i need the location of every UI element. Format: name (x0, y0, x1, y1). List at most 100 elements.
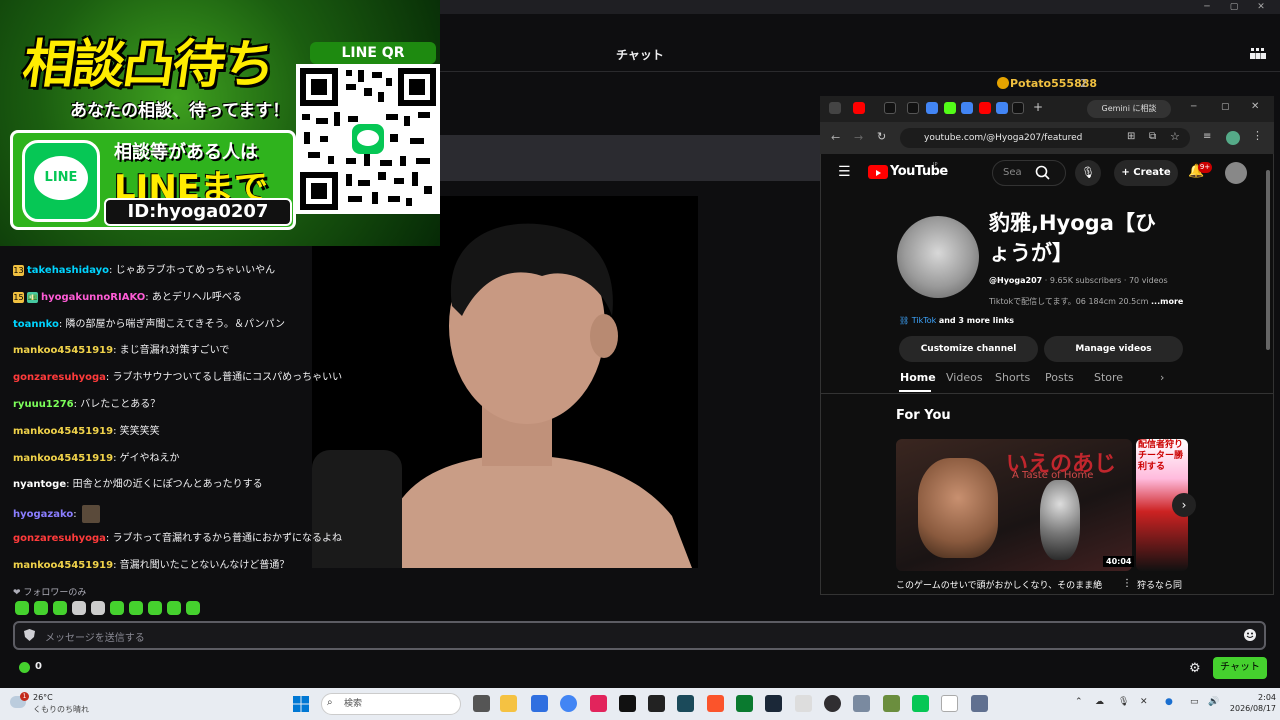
chat-username[interactable]: hyogakunnoRIAKO (41, 292, 145, 303)
description-more[interactable]: ...more (1151, 297, 1183, 306)
users-icon[interactable] (1250, 47, 1266, 61)
video-title[interactable]: このゲームのせいで頭がおかしくなり、そのまま絶 (896, 578, 1102, 591)
reload-icon[interactable]: ↻ (877, 130, 886, 143)
tray-volume-icon[interactable]: 🔊 (1208, 697, 1219, 707)
search-icon[interactable] (1030, 160, 1056, 186)
tab-google[interactable] (961, 102, 973, 114)
chrome-icon[interactable] (560, 695, 577, 712)
tray-app-icon[interactable]: ● (1165, 697, 1173, 707)
emote-icon[interactable] (186, 601, 200, 615)
tray-mic-icon[interactable]: 🎙 (1118, 697, 1129, 707)
tiktok-icon[interactable] (619, 695, 636, 712)
clock[interactable]: 2:04 2026/08/17 (1226, 692, 1276, 714)
hamburger-menu-icon[interactable]: ☰ (838, 164, 851, 180)
forward-icon[interactable]: → (854, 131, 863, 144)
tab-kick[interactable] (944, 102, 956, 114)
send-chat-button[interactable]: チャット (1213, 657, 1267, 679)
minimize-icon[interactable]: ─ (1195, 0, 1219, 14)
line-icon[interactable] (912, 695, 929, 712)
browser-minimize-icon[interactable]: ─ (1191, 102, 1196, 112)
tab-tiktok[interactable] (884, 102, 896, 114)
tray-display-icon[interactable]: ▭ (1190, 697, 1199, 707)
chat-username[interactable]: mankoo45451919 (13, 345, 113, 356)
channel-points-icon[interactable] (19, 662, 30, 673)
youtube-logo-icon[interactable] (868, 165, 888, 179)
tab-tiktok[interactable] (907, 102, 919, 114)
chat-username[interactable]: gonzaresuhyoga (13, 372, 106, 383)
bookmark-star-icon[interactable]: ☆ (1170, 130, 1180, 143)
tab-home[interactable]: Home (900, 371, 936, 384)
chat-username[interactable]: takehashidayo (27, 265, 109, 276)
tab-videos[interactable]: Videos (946, 371, 983, 384)
tray-chevron-icon[interactable]: ⌃ (1075, 697, 1083, 707)
manage-videos-button[interactable]: Manage videos (1044, 336, 1183, 362)
app-icon[interactable] (677, 695, 694, 712)
chat-username[interactable]: mankoo45451919 (13, 453, 113, 464)
chat-username[interactable]: hyogazako (13, 509, 73, 520)
app-icon[interactable] (531, 695, 548, 712)
sub-badge-icon[interactable]: 15 (13, 291, 24, 303)
tray-cloud-icon[interactable]: ☁ (1095, 697, 1104, 707)
cast-icon[interactable]: ⧉ (1149, 131, 1156, 142)
tab-google[interactable] (926, 102, 938, 114)
emote-icon[interactable] (72, 601, 86, 615)
emote-icon[interactable] (15, 601, 29, 615)
tab-youtube[interactable] (853, 102, 865, 114)
taskbar-search[interactable]: 検索 (321, 693, 461, 715)
weather-temperature[interactable]: 26°C (33, 693, 53, 702)
emote-icon[interactable] (34, 601, 48, 615)
more-links[interactable]: and 3 more links (939, 316, 1014, 325)
tiktok-link[interactable]: TikTok (912, 316, 937, 325)
account-avatar[interactable] (1225, 162, 1247, 184)
gear-icon[interactable]: ⚙ (1189, 661, 1201, 676)
chat-username[interactable]: toannko (13, 319, 59, 330)
browser-menu-icon[interactable]: ⋮ (1252, 129, 1263, 142)
chat-username[interactable]: ryuuu1276 (13, 399, 74, 410)
channel-links[interactable]: ⛓ TikTok and 3 more links (899, 316, 1014, 325)
customize-channel-button[interactable]: Customize channel (899, 336, 1038, 362)
tab-tiktok[interactable] (1012, 102, 1024, 114)
app-icon[interactable] (648, 695, 665, 712)
app-icon[interactable] (795, 695, 812, 712)
chat-username[interactable]: mankoo45451919 (13, 560, 113, 571)
chat-username[interactable]: gonzaresuhyoga (13, 533, 106, 544)
emote-icon[interactable] (129, 601, 143, 615)
obs-icon[interactable] (824, 695, 841, 712)
settings-icon[interactable] (971, 695, 988, 712)
weather-description[interactable]: くもりのち晴れ (33, 704, 89, 715)
brave-icon[interactable] (707, 695, 724, 712)
carousel-next-button[interactable]: › (1172, 493, 1196, 517)
new-tab-icon[interactable]: + (1033, 100, 1043, 114)
task-view-icon[interactable] (473, 695, 490, 712)
message-input[interactable] (13, 621, 1266, 650)
shield-icon[interactable] (24, 629, 35, 641)
back-icon[interactable]: ← (831, 131, 840, 144)
emote-icon[interactable] (53, 601, 67, 615)
tab-google[interactable] (996, 102, 1008, 114)
gemini-button[interactable]: Gemini に相談 (1087, 100, 1171, 118)
translate-icon[interactable]: ⊞ (1127, 131, 1135, 142)
app-icon[interactable] (590, 695, 607, 712)
file-explorer-icon[interactable] (500, 695, 517, 712)
emote-icon[interactable] (110, 601, 124, 615)
app-icon[interactable] (941, 695, 958, 712)
sub-badge-icon[interactable]: 13 (13, 264, 24, 276)
minecraft-icon[interactable] (883, 695, 900, 712)
youtube-logo-text[interactable]: YouTube (890, 164, 948, 179)
reading-list-icon[interactable]: ≡ (1203, 131, 1211, 142)
browser-close-icon[interactable]: ✕ (1251, 101, 1259, 112)
tab-posts[interactable]: Posts (1045, 371, 1074, 384)
chat-username[interactable]: nyantoge (13, 479, 66, 490)
emote-icon[interactable] (148, 601, 162, 615)
tray-x-icon[interactable]: ✕ (1140, 697, 1148, 707)
profile-icon[interactable] (1226, 131, 1240, 145)
emoji-icon[interactable] (1244, 629, 1256, 641)
create-button[interactable]: + Create (1114, 160, 1178, 186)
browser-maximize-icon[interactable]: ▢ (1221, 102, 1230, 112)
tab-store[interactable]: Store (1094, 371, 1123, 384)
microphone-icon[interactable]: 🎙 (1075, 160, 1101, 186)
emote-icon[interactable] (91, 601, 105, 615)
tabs-next-icon[interactable]: › (1160, 371, 1164, 384)
tab-youtube[interactable] (979, 102, 991, 114)
address-bar[interactable]: youtube.com/@Hyoga207/featured (900, 128, 1190, 148)
